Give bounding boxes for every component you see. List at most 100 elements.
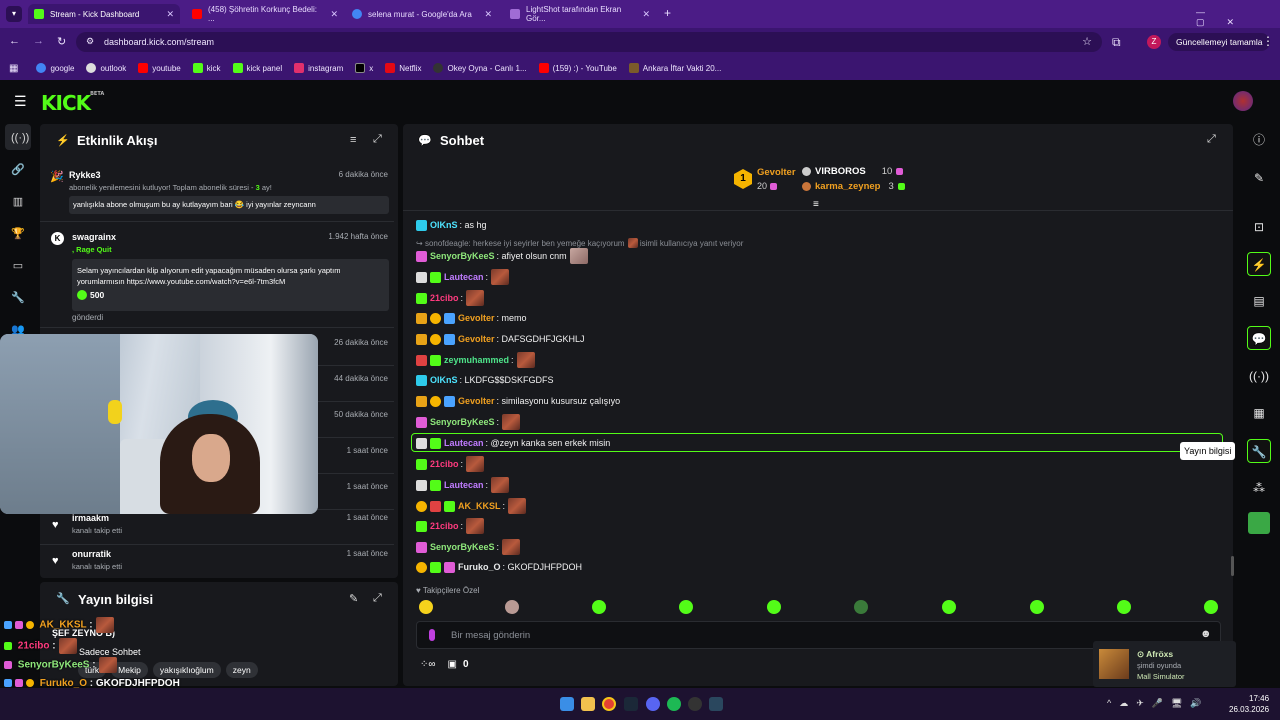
address-field[interactable]: ⚙ dashboard.kick.com/stream ☆ [76, 32, 1102, 52]
trophy-icon[interactable]: 🏆 [11, 227, 25, 241]
chat-username[interactable]: Gevolter [458, 396, 495, 406]
chat-username[interactable]: 21cibo [430, 521, 459, 531]
window-controls[interactable]: —▢✕ [1196, 7, 1280, 28]
activity-toggle-icon[interactable]: ⚡ [1247, 252, 1271, 276]
notes-icon[interactable]: ▤ [1247, 289, 1271, 313]
emote-icon[interactable] [942, 600, 956, 614]
chat-username[interactable]: 21cibo [430, 293, 459, 303]
close-icon[interactable]: ✕ [330, 9, 338, 20]
channel-points-icon[interactable]: ⁘∞ [420, 659, 436, 670]
chest-icon[interactable]: ▣ [448, 659, 457, 670]
steam-2-icon[interactable] [709, 697, 723, 711]
chat-message[interactable]: zeymuhammed: [416, 351, 535, 369]
bookmark-star-icon[interactable]: ☆ [1082, 35, 1092, 48]
chat-message[interactable]: Furuko_O: GKOFDJHFPDOH [416, 558, 582, 576]
discord-icon[interactable] [646, 697, 660, 711]
chat-message[interactable]: SenyorByKeeS: afiyet olsun cnm [416, 247, 588, 265]
chat-message[interactable]: 21cibo: [416, 455, 485, 473]
chat-username[interactable]: SenyorByKeeS [430, 542, 495, 552]
edit-pencil-icon[interactable]: ✎ [1247, 166, 1271, 190]
clock-date[interactable]: 26.03.2026 [1229, 705, 1269, 714]
chat-message-highlighted[interactable]: Lautecan: @zeyn kanka sen erkek misin [416, 434, 610, 452]
forward-icon[interactable]: → [33, 35, 44, 47]
hamburger-menu-icon[interactable]: ☰ [14, 93, 27, 110]
close-icon[interactable]: ✕ [642, 9, 650, 20]
expand-leaderboard-icon[interactable]: ≡ [813, 199, 819, 210]
chat-message[interactable]: Gevolter: DAFSGDHFJGKHLJ [416, 330, 585, 348]
user-avatar[interactable] [1233, 91, 1253, 111]
site-info-icon[interactable]: ⚙ [86, 36, 94, 47]
menu-icon[interactable]: ⋮ [1262, 34, 1274, 48]
info-icon[interactable]: ⓘ [1247, 128, 1271, 152]
emote-icon[interactable] [767, 600, 781, 614]
emote-icon[interactable] [1204, 600, 1218, 614]
profile-avatar[interactable]: Z [1147, 35, 1161, 49]
chat-username[interactable]: Gevolter [458, 334, 495, 344]
chat-message[interactable]: AK_KKSL: [416, 497, 527, 515]
bookmark-kick[interactable]: kick [192, 63, 221, 73]
chat-message[interactable]: 21cibo: [416, 517, 485, 535]
chrome-icon[interactable] [602, 697, 616, 711]
bookmark-kick-panel[interactable]: kick panel [232, 63, 282, 73]
chat-username[interactable]: OlKnS [430, 220, 458, 230]
filter-icon[interactable]: ≡ [350, 134, 356, 146]
chat-toggle-icon[interactable]: 💬 [1247, 326, 1271, 350]
emote-icon[interactable] [505, 600, 519, 614]
users-icon[interactable]: ⁂ [1247, 476, 1271, 500]
chat-message[interactable]: Lautecan: [416, 268, 510, 286]
reload-icon[interactable]: ↻ [57, 35, 66, 48]
emote-icon[interactable] [1117, 600, 1131, 614]
emote-icon[interactable] [854, 600, 868, 614]
obs-icon[interactable] [688, 697, 702, 711]
bookmark-iftar[interactable]: Ankara İftar Vakti 20... [628, 63, 721, 73]
update-button[interactable]: Güncellemeyi tamamla [1168, 33, 1271, 51]
activity-username[interactable]: irmaakm [72, 513, 109, 523]
tab-kick-dashboard[interactable]: Stream - Kick Dashboard ✕ [28, 4, 180, 24]
new-tab-button[interactable]: + [664, 6, 671, 20]
kick-logo[interactable]: KICKBETA [41, 91, 104, 115]
chat-message[interactable]: Gevolter: memo [416, 309, 527, 327]
emote-icon[interactable] [419, 600, 433, 614]
bookmark-x[interactable]: x [355, 63, 373, 73]
tab-search-button[interactable]: ▾ [6, 6, 22, 22]
close-icon[interactable]: ✕ [484, 9, 492, 20]
system-tray[interactable]: ^☁✈🎤🖥🔊 [1107, 698, 1210, 709]
live-stream-icon[interactable]: ((·)) [11, 131, 29, 145]
edit-pencil-icon[interactable]: ✎ [349, 592, 358, 605]
emote-icon[interactable] [1030, 600, 1044, 614]
chat-username[interactable]: Gevolter [458, 313, 495, 323]
chat-username[interactable]: Lautecan [444, 480, 484, 490]
start-icon[interactable] [560, 697, 574, 711]
layout-icon[interactable]: ▦ [1247, 401, 1271, 425]
apps-grid-icon[interactable]: ▦ [9, 63, 18, 74]
chat-mode-icon[interactable] [429, 629, 435, 641]
popout-icon[interactable]: ⤢ [373, 592, 382, 605]
wrench-icon[interactable]: 🔧 [11, 291, 25, 305]
tab-lightshot[interactable]: LightShot tarafından Ekran Gör... ✕ [504, 4, 656, 24]
stream-tag[interactable]: yakışıklıoğlum [152, 662, 221, 678]
activity-username[interactable]: onurratik [72, 549, 111, 559]
chat-message[interactable]: SenyorByKeeS: [416, 538, 521, 556]
media-icon[interactable]: ▭ [11, 259, 25, 273]
emote-icon[interactable] [679, 600, 693, 614]
stream-info-toggle-icon[interactable]: 🔧 [1247, 439, 1271, 463]
emote-icon[interactable] [592, 600, 606, 614]
chat-username[interactable]: Furuko_O [458, 562, 501, 572]
bookmark-youtube[interactable]: youtube [138, 63, 181, 73]
chat-username[interactable]: AK_KKSL [458, 501, 501, 511]
link-icon[interactable]: 🔗 [11, 163, 25, 177]
activity-username[interactable]: swagrainx [72, 232, 116, 242]
chat-message[interactable]: 21cibo: [416, 289, 485, 307]
chat-username[interactable]: SenyorByKeeS [430, 251, 495, 261]
chat-message[interactable]: OlKnS: as hg [416, 216, 487, 234]
back-icon[interactable]: ← [9, 35, 20, 47]
file-explorer-icon[interactable] [581, 697, 595, 711]
steam-icon[interactable] [624, 697, 638, 711]
popout-icon[interactable]: ⤢ [373, 133, 382, 146]
chat-username[interactable]: zeymuhammed [444, 355, 509, 365]
analytics-icon[interactable]: ▥ [11, 195, 25, 209]
activity-username[interactable]: Rykke3 [69, 170, 101, 180]
bookmark-outlook[interactable]: outlook [86, 63, 126, 73]
chat-scrollbar[interactable] [1231, 556, 1234, 576]
stream-tag[interactable]: zeyn [225, 662, 258, 678]
